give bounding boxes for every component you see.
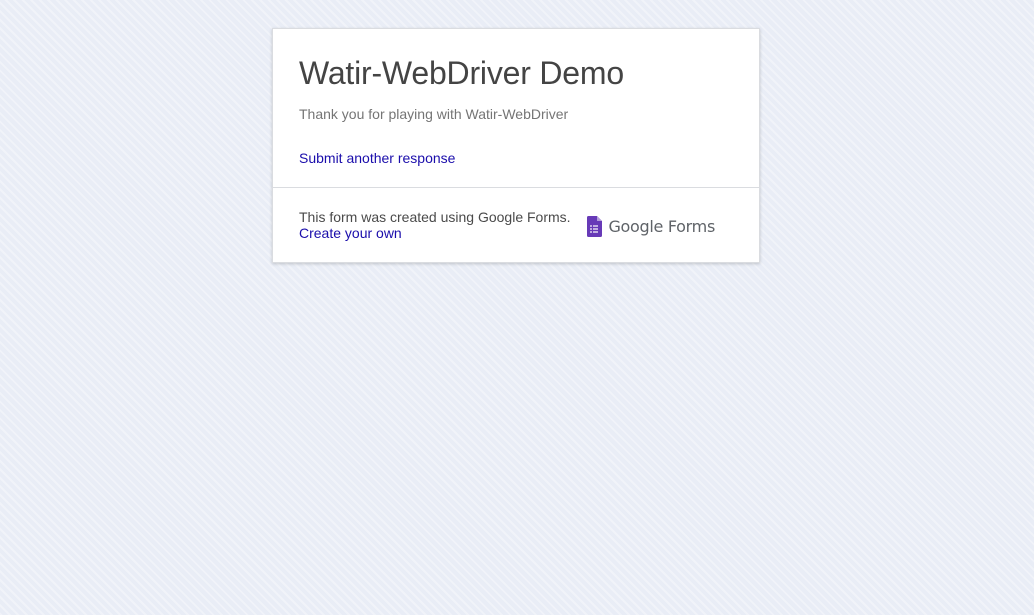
google-forms-icon bbox=[587, 215, 603, 237]
form-card: Watir-WebDriver Demo Thank you for playi… bbox=[272, 28, 760, 263]
form-footer: This form was created using Google Forms… bbox=[273, 188, 759, 264]
confirmation-message: Thank you for playing with Watir-WebDriv… bbox=[299, 106, 569, 122]
submit-another-response-link[interactable]: Submit another response bbox=[299, 149, 455, 167]
form-header: Watir-WebDriver Demo Thank you for playi… bbox=[273, 29, 759, 187]
create-your-own-link[interactable]: Create your own bbox=[299, 226, 402, 241]
google-forms-wordmark: Google Forms bbox=[608, 216, 715, 236]
form-title: Watir-WebDriver Demo bbox=[299, 55, 624, 91]
google-forms-logo[interactable]: Google Forms bbox=[587, 215, 715, 237]
